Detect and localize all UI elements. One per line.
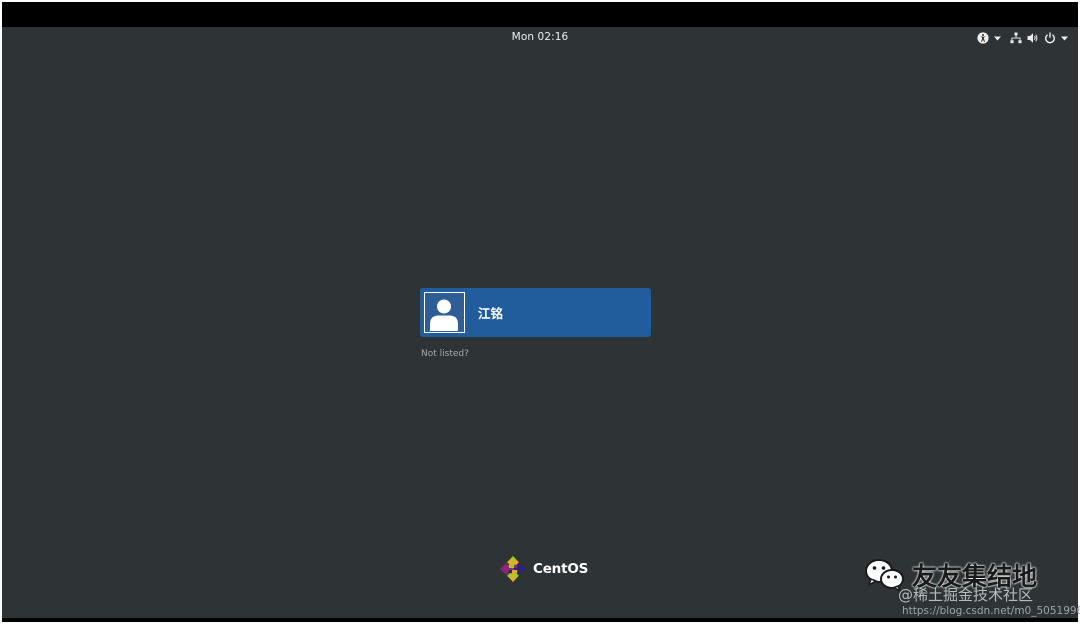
chevron-down-icon <box>994 36 1001 40</box>
power-icon <box>1045 32 1055 44</box>
volume-icon <box>1027 33 1038 43</box>
system-tray <box>977 30 1068 46</box>
network-icon <box>1010 32 1022 44</box>
watermark-url: https://blog.csdn.net/m0_50519965 <box>902 605 1080 617</box>
logo-text: CentOS <box>533 561 589 577</box>
screen: Mon 02:16 江铭 Not listed? CentOS <box>2 2 1078 622</box>
watermark-juejin: @稀土掘金技术社区 <box>898 586 1034 604</box>
login-screen: Mon 02:16 江铭 Not listed? CentOS <box>2 27 1078 618</box>
accessibility-icon <box>977 32 989 44</box>
user-avatar-icon <box>424 292 465 333</box>
bottom-border <box>2 618 1078 622</box>
clock[interactable]: Mon 02:16 <box>2 31 1078 43</box>
chevron-down-icon <box>1061 36 1068 40</box>
user-list-item[interactable]: 江铭 <box>420 288 651 337</box>
centos-logo: CentOS <box>498 554 588 584</box>
accessibility-menu[interactable] <box>977 32 1001 44</box>
centos-logo-icon <box>500 556 526 582</box>
system-status-menu[interactable] <box>1010 32 1068 44</box>
not-listed-link[interactable]: Not listed? <box>421 349 469 359</box>
screenshot-frame: Mon 02:16 江铭 Not listed? CentOS 友友集结地 @稀… <box>0 0 1080 625</box>
user-name: 江铭 <box>478 306 504 321</box>
